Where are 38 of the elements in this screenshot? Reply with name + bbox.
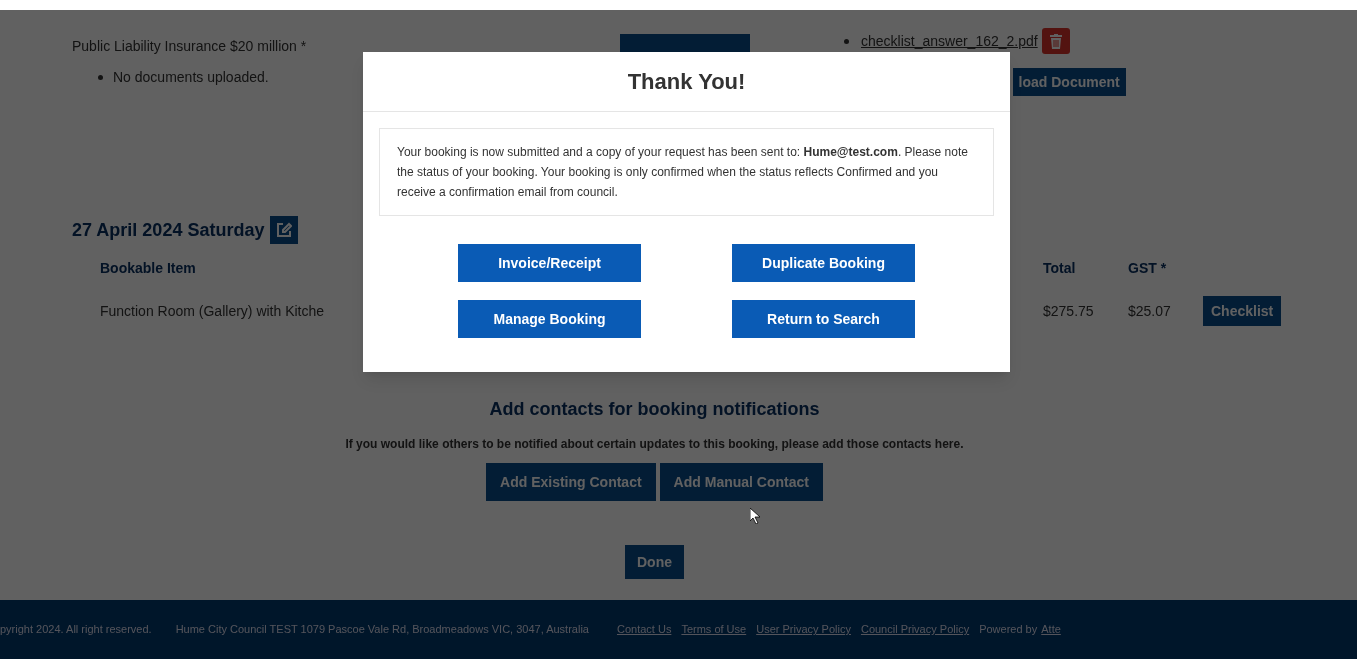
contact-button[interactable]: Add Manual Contact [659, 463, 823, 501]
table-cell-text: $275.75 [1043, 301, 1094, 321]
powered-text: Powered by [979, 622, 1038, 638]
column-header: Total [1043, 258, 1076, 278]
footer-link[interactable]: Contact Us [616, 621, 672, 638]
section-heading: Add contacts for booking notifications [489, 398, 820, 421]
footer-link[interactable]: Atte [1041, 621, 1061, 638]
status-text: No documents uploaded. [113, 68, 269, 87]
document-label: Public Liability Insurance $20 million * [72, 37, 308, 56]
table-cell-text: $25.07 [1128, 301, 1171, 321]
section-text: If you would like others to be notified about certain updates to this booking, please add those contacts here. [345, 436, 964, 453]
edit-button[interactable] [270, 216, 299, 244]
footer-link[interactable]: Terms of Use [681, 621, 747, 638]
address-text: Hume City Council TEST 1079 Pascoe Vale Rd, Broadmeadows VIC, 3047, Australia [175, 622, 589, 638]
date-heading: 27 April 2024 Saturday [72, 218, 265, 242]
dialog-button[interactable]: Invoice/Receipt [458, 244, 641, 282]
bullet-icon [844, 38, 849, 44]
edit-icon [276, 222, 293, 238]
contact-button[interactable]: Add Existing Contact [486, 463, 656, 501]
dialog-button[interactable]: Return to Search [732, 300, 915, 338]
delete-button[interactable] [1041, 28, 1070, 54]
column-header: Bookable Item [100, 258, 196, 278]
dialog-message: Your booking is now submitted and a copy of your request has been sent to: Hume@test.com. Please note the status of your booking. Your booking is only confirmed when the status reflects Confirmed and you receive a confirmation email from council. [397, 144, 969, 201]
copyright-text: pyright 2024. All right reserved. [0, 622, 152, 638]
footer-link[interactable]: User Privacy Policy [756, 621, 851, 638]
table-cell-text: Function Room (Gallery) with Kitche [100, 301, 325, 321]
cursor-icon [750, 508, 761, 524]
bullet-icon [98, 75, 103, 80]
dialog-button[interactable]: Manage Booking [458, 300, 641, 338]
checklist-button[interactable]: Checklist [1203, 296, 1282, 326]
footer-link[interactable]: Council Privacy Policy [860, 621, 970, 638]
column-header: GST * [1128, 258, 1167, 278]
trash-icon [1049, 33, 1062, 49]
upload-button[interactable]: load Document [1012, 68, 1126, 96]
done-button[interactable]: Done [625, 545, 684, 579]
file-link[interactable]: checklist_answer_162_2.pdf [861, 30, 1038, 52]
dialog-title: Thank You! [627, 68, 746, 96]
dialog-button[interactable]: Duplicate Booking [732, 244, 915, 282]
